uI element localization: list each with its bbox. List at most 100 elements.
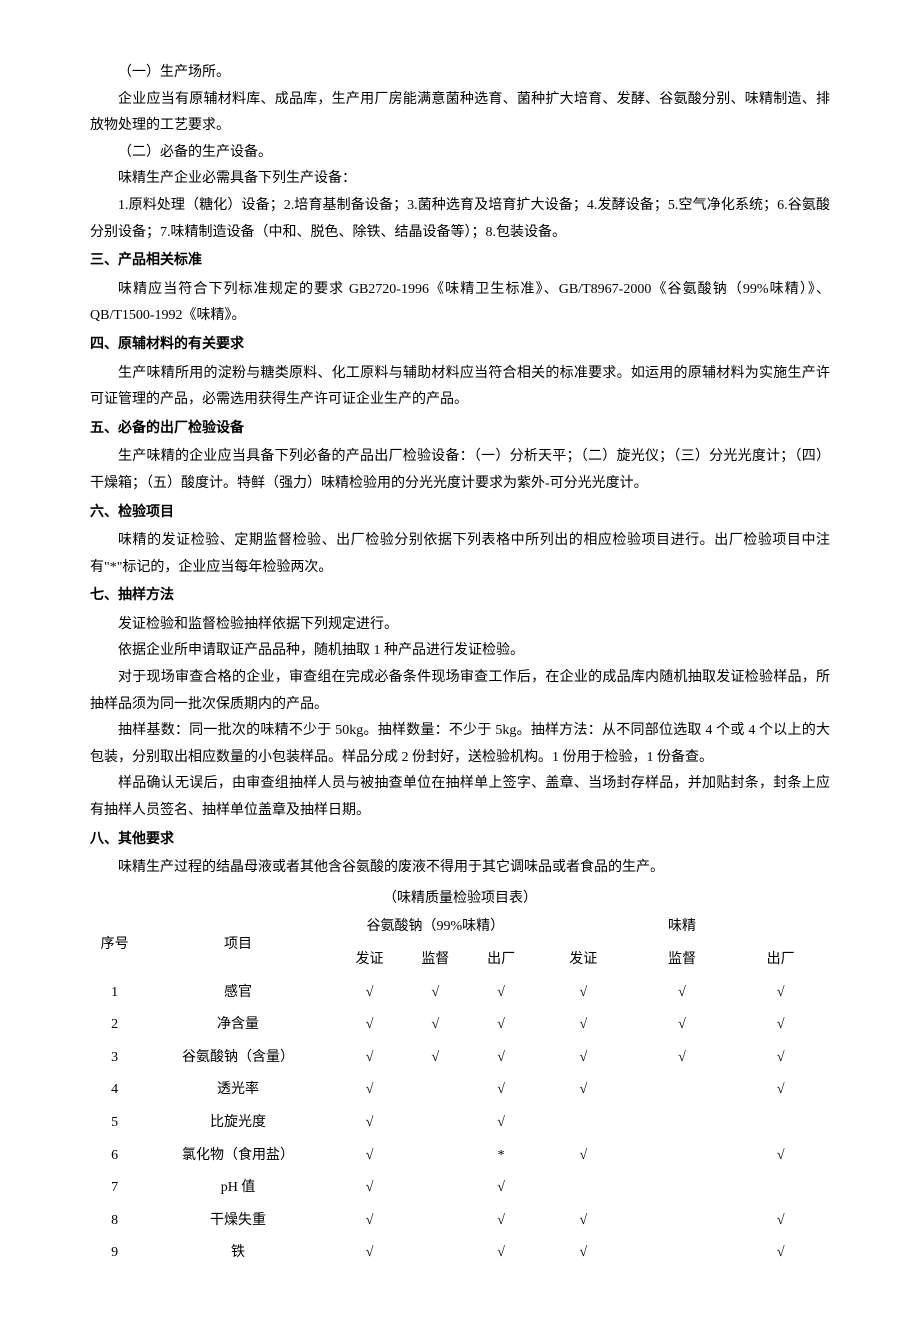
table-header-row: 序号 项目 谷氨酸钠（99%味精） 味精 (90, 914, 830, 944)
table-cell: √ (633, 977, 732, 1010)
table-cell: √ (468, 1009, 534, 1042)
paragraph: 样品确认无误后，由审查组抽样人员与被抽查单位在抽样单上签字、盖章、当场封存样品，… (90, 771, 830, 824)
table-cell: √ (337, 1237, 403, 1270)
paragraph: 生产味精所用的淀粉与糖类原料、化工原料与辅助材料应当符合相关的标准要求。如运用的… (90, 361, 830, 414)
table-cell: √ (402, 977, 468, 1010)
table-cell (402, 1107, 468, 1140)
table-cell: 5 (90, 1107, 139, 1140)
table-cell: √ (337, 1205, 403, 1238)
table-cell (633, 1107, 732, 1140)
table-cell: √ (337, 977, 403, 1010)
table-cell: √ (534, 1140, 633, 1173)
section-heading-8: 八、其他要求 (90, 827, 830, 854)
paragraph: 味精的发证检验、定期监督检验、出厂检验分别依据下列表格中所列出的相应检验项目进行… (90, 528, 830, 581)
table-cell: √ (468, 1042, 534, 1075)
table-row: 2净含量√√√√√√ (90, 1009, 830, 1042)
table-cell: 8 (90, 1205, 139, 1238)
table-cell: √ (534, 1205, 633, 1238)
paragraph: 1.原料处理（糖化）设备；2.培育基制备设备；3.菌种选育及培育扩大设备；4.发… (90, 193, 830, 246)
table-cell: 谷氨酸钠（含量） (139, 1042, 336, 1075)
table-title: （味精质量检验项目表） (90, 886, 830, 913)
table-cell: √ (468, 977, 534, 1010)
table-cell: 透光率 (139, 1074, 336, 1107)
table-cell: √ (731, 1205, 830, 1238)
table-cell: 铁 (139, 1237, 336, 1270)
table-cell: 比旋光度 (139, 1107, 336, 1140)
table-cell: √ (402, 1009, 468, 1042)
table-cell: √ (534, 1042, 633, 1075)
paragraph: （一）生产场所。 (90, 60, 830, 87)
table-cell: 1 (90, 977, 139, 1010)
paragraph: 依据企业所申请取证产品品种，随机抽取 1 种产品进行发证检验。 (90, 638, 830, 665)
table-row: 9铁√√√√ (90, 1237, 830, 1270)
table-cell: √ (337, 1172, 403, 1205)
paragraph: 生产味精的企业应当具备下列必备的产品出厂检验设备：（一）分析天平；（二）旋光仪；… (90, 444, 830, 497)
table-cell: √ (402, 1042, 468, 1075)
table-row: 8干燥失重√√√√ (90, 1205, 830, 1238)
inspection-table: 序号 项目 谷氨酸钠（99%味精） 味精 发证 监督 出厂 发证 监督 出厂 1… (90, 914, 830, 1270)
table-cell: 氯化物（食用盐） (139, 1140, 336, 1173)
table-cell: √ (633, 1042, 732, 1075)
paragraph: 味精生产过程的结晶母液或者其他含谷氨酸的废液不得用于其它调味品或者食品的生产。 (90, 855, 830, 882)
table-cell: 6 (90, 1140, 139, 1173)
table-cell (534, 1107, 633, 1140)
table-cell (402, 1140, 468, 1173)
th-group2: 味精 (534, 914, 830, 944)
table-cell: 净含量 (139, 1009, 336, 1042)
table-cell (534, 1172, 633, 1205)
th-group1: 谷氨酸钠（99%味精） (337, 914, 534, 944)
paragraph: 味精生产企业必需具备下列生产设备： (90, 166, 830, 193)
table-cell (731, 1107, 830, 1140)
table-cell: pH 值 (139, 1172, 336, 1205)
table-cell (633, 1074, 732, 1107)
th-sub: 发证 (337, 944, 403, 977)
paragraph: 发证检验和监督检验抽样依据下列规定进行。 (90, 612, 830, 639)
table-cell: √ (731, 1074, 830, 1107)
th-seq: 序号 (90, 914, 139, 976)
table-row: 7pH 值√√ (90, 1172, 830, 1205)
table-cell: √ (337, 1140, 403, 1173)
table-cell (402, 1205, 468, 1238)
table-cell: 干燥失重 (139, 1205, 336, 1238)
table-cell: √ (337, 1107, 403, 1140)
table-cell: 4 (90, 1074, 139, 1107)
table-cell: √ (468, 1074, 534, 1107)
paragraph: 抽样基数：同一批次的味精不少于 50kg。抽样数量：不少于 5kg。抽样方法：从… (90, 718, 830, 771)
table-cell: 3 (90, 1042, 139, 1075)
table-body: 1感官√√√√√√2净含量√√√√√√3谷氨酸钠（含量）√√√√√√4透光率√√… (90, 977, 830, 1270)
table-cell (731, 1172, 830, 1205)
table-cell: √ (731, 1042, 830, 1075)
table-row: 4透光率√√√√ (90, 1074, 830, 1107)
section-heading-5: 五、必备的出厂检验设备 (90, 416, 830, 443)
table-row: 6氯化物（食用盐）√*√√ (90, 1140, 830, 1173)
table-cell: √ (534, 1074, 633, 1107)
paragraph: （二）必备的生产设备。 (90, 140, 830, 167)
table-cell (402, 1237, 468, 1270)
table-row: 5比旋光度√√ (90, 1107, 830, 1140)
table-row: 3谷氨酸钠（含量）√√√√√√ (90, 1042, 830, 1075)
table-cell: 7 (90, 1172, 139, 1205)
table-cell: √ (468, 1237, 534, 1270)
table-cell (402, 1172, 468, 1205)
table-cell (402, 1074, 468, 1107)
paragraph: 对于现场审查合格的企业，审查组在完成必备条件现场审查工作后，在企业的成品库内随机… (90, 665, 830, 718)
table-cell: √ (534, 1237, 633, 1270)
table-cell (633, 1172, 732, 1205)
table-cell: √ (337, 1074, 403, 1107)
th-sub: 监督 (633, 944, 732, 977)
table-cell: √ (633, 1009, 732, 1042)
th-item: 项目 (139, 914, 336, 976)
table-cell: √ (534, 977, 633, 1010)
table-cell: √ (337, 1009, 403, 1042)
table-cell: √ (337, 1042, 403, 1075)
table-cell: 2 (90, 1009, 139, 1042)
table-cell: √ (468, 1172, 534, 1205)
section-heading-6: 六、检验项目 (90, 500, 830, 527)
table-cell (633, 1205, 732, 1238)
paragraph: 味精应当符合下列标准规定的要求 GB2720-1996《味精卫生标准》、GB/T… (90, 277, 830, 330)
th-sub: 出厂 (468, 944, 534, 977)
table-row: 1感官√√√√√√ (90, 977, 830, 1010)
table-cell: √ (468, 1107, 534, 1140)
table-cell: √ (731, 1009, 830, 1042)
table-cell: √ (731, 977, 830, 1010)
